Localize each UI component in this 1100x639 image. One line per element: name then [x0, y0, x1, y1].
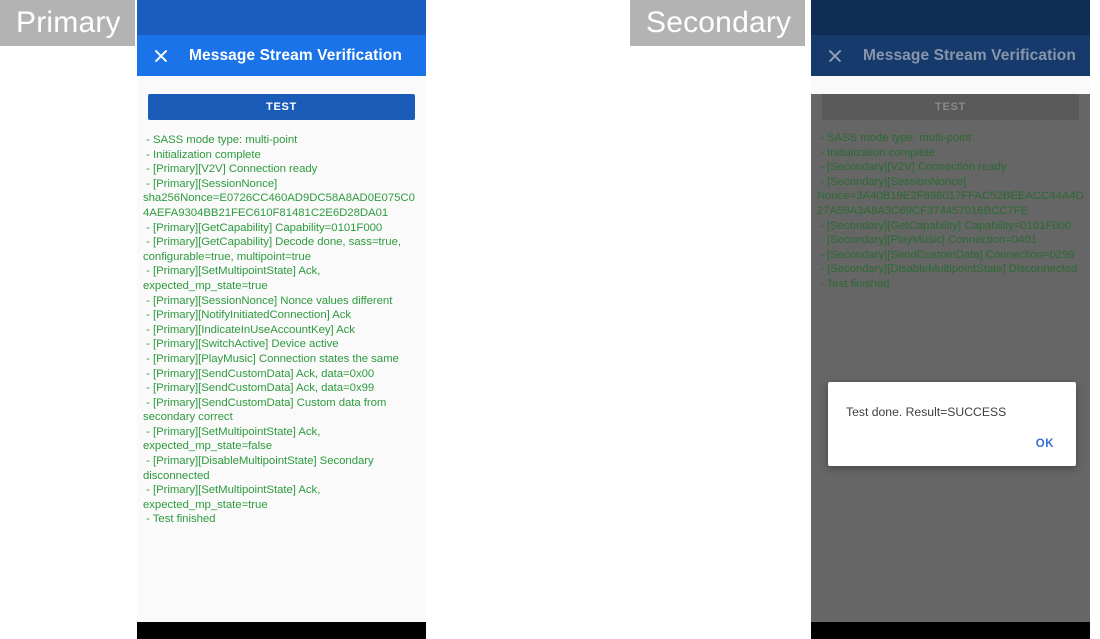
status-bar: [811, 0, 1090, 35]
caption-primary: Primary: [0, 0, 135, 46]
screen-body: TEST - SASS mode type: multi-point - Ini…: [811, 94, 1090, 639]
caption-secondary: Secondary: [630, 0, 806, 46]
close-icon[interactable]: [825, 46, 845, 66]
navigation-bar: [137, 622, 426, 639]
app-bar: Message Stream Verification: [137, 35, 426, 76]
primary-phone-screen: Message Stream Verification TEST - SASS …: [137, 0, 426, 639]
app-bar-title: Message Stream Verification: [189, 46, 402, 64]
test-button: TEST: [822, 94, 1079, 120]
dialog-actions: OK: [828, 420, 1076, 466]
status-bar: [137, 0, 426, 35]
app-bar: Message Stream Verification: [811, 35, 1090, 76]
navigation-bar: [811, 622, 1090, 639]
app-bar-title: Message Stream Verification: [863, 46, 1076, 64]
log-output: - SASS mode type: multi-point - Initiali…: [143, 134, 415, 526]
dialog-ok-button[interactable]: OK: [1028, 434, 1062, 454]
log-output: - SASS mode type: multi-point - Initiali…: [817, 132, 1084, 290]
screen-body: TEST - SASS mode type: multi-point - Ini…: [137, 94, 426, 639]
secondary-phone-screen: Message Stream Verification TEST - SASS …: [811, 0, 1090, 639]
close-icon[interactable]: [151, 46, 171, 66]
test-button[interactable]: TEST: [148, 94, 415, 120]
result-dialog: Test done. Result=SUCCESS OK: [828, 382, 1076, 466]
dialog-message: Test done. Result=SUCCESS: [846, 405, 1007, 419]
